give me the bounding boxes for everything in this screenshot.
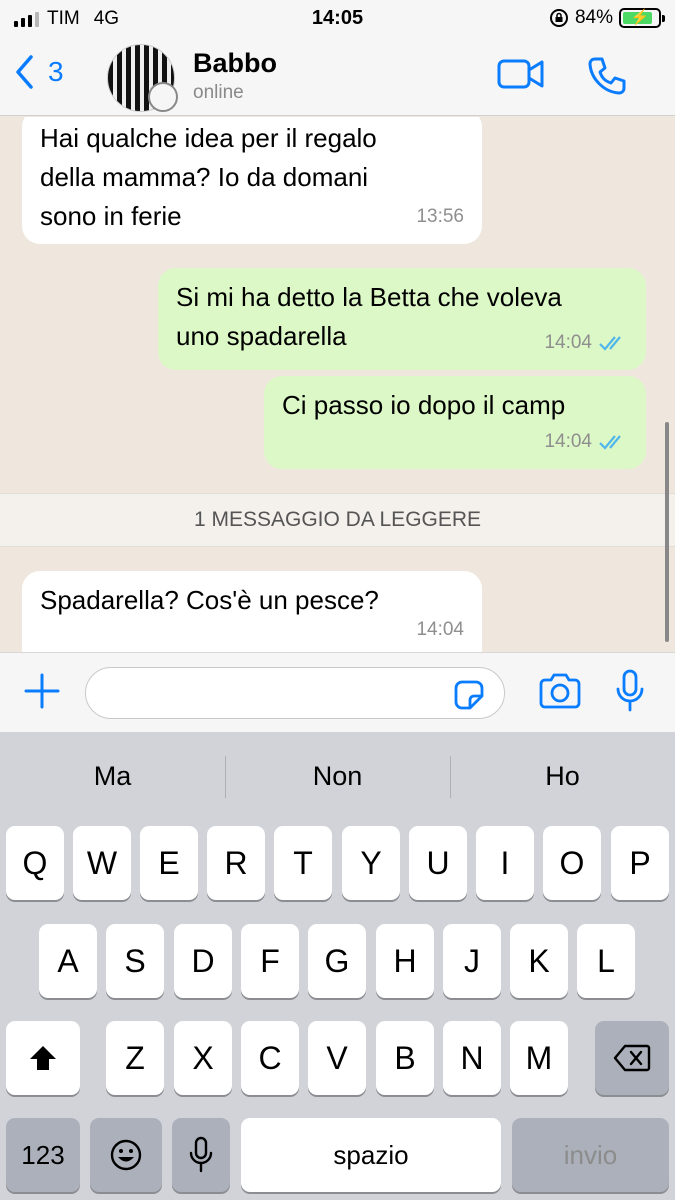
key-k[interactable]: K [510, 924, 568, 998]
delete-icon [613, 1044, 651, 1072]
key-j[interactable]: J [443, 924, 501, 998]
suggestion[interactable]: Ma [0, 732, 225, 820]
key-b[interactable]: B [376, 1021, 434, 1095]
key-s[interactable]: S [106, 924, 164, 998]
key-r[interactable]: R [207, 826, 265, 900]
scroll-indicator[interactable] [665, 422, 669, 642]
key-u[interactable]: U [409, 826, 467, 900]
message-line: sono in ferie [40, 201, 182, 231]
suggestion-bar: Ma Non Ho [0, 732, 675, 820]
message-bubble-outgoing[interactable]: Si mi ha detto la Betta che voleva uno s… [158, 268, 646, 370]
contact-name[interactable]: Babbo [193, 48, 277, 79]
key-p[interactable]: P [611, 826, 669, 900]
key-n[interactable]: N [443, 1021, 501, 1095]
chat-area[interactable]: Hai qualche idea per il regalo della mam… [0, 117, 675, 652]
key-f[interactable]: F [241, 924, 299, 998]
key-z[interactable]: Z [106, 1021, 164, 1095]
message-line: Ci passo io dopo il camp [282, 390, 566, 420]
key-i[interactable]: I [476, 826, 534, 900]
key-m[interactable]: M [510, 1021, 568, 1095]
sticker-icon[interactable] [452, 678, 486, 712]
shift-icon [30, 1046, 56, 1070]
key-e[interactable]: E [140, 826, 198, 900]
back-button[interactable]: 3 [14, 54, 64, 90]
dictation-icon [189, 1136, 213, 1173]
key-c[interactable]: C [241, 1021, 299, 1095]
phone-icon[interactable] [587, 56, 627, 96]
chat-header: 3 Babbo online [0, 38, 675, 116]
message-time: 14:04 [416, 619, 464, 640]
battery-percent: 84% [574, 7, 613, 28]
suggestion[interactable]: Non [225, 732, 450, 820]
emoji-icon [110, 1139, 142, 1171]
message-bubble-outgoing[interactable]: Ci passo io dopo il camp 14:04 [264, 376, 646, 469]
video-call-icon[interactable] [497, 56, 545, 92]
plus-icon[interactable] [22, 671, 62, 711]
message-meta: 14:04 [416, 610, 464, 649]
numbers-key[interactable]: 123 [6, 1118, 80, 1192]
read-ticks-icon [599, 434, 621, 450]
message-time: 14:04 [544, 332, 592, 353]
key-w[interactable]: W [73, 826, 131, 900]
microphone-icon[interactable] [614, 669, 646, 713]
key-a[interactable]: A [39, 924, 97, 998]
key-d[interactable]: D [174, 924, 232, 998]
shift-key[interactable] [6, 1021, 80, 1095]
read-ticks-icon [599, 335, 621, 351]
key-y[interactable]: Y [342, 826, 400, 900]
message-input[interactable] [85, 667, 505, 719]
return-key[interactable]: invio [512, 1118, 669, 1192]
contact-status: online [193, 82, 244, 103]
message-line: della mamma? Io da domani [40, 162, 369, 192]
message-line: Hai qualche idea per il regalo [40, 123, 377, 153]
delete-key[interactable] [595, 1021, 669, 1095]
message-meta: 14:04 [544, 323, 628, 362]
message-bubble-incoming[interactable]: Hai qualche idea per il regalo della mam… [22, 117, 482, 244]
key-l[interactable]: L [577, 924, 635, 998]
key-h[interactable]: H [376, 924, 434, 998]
key-q[interactable]: Q [6, 826, 64, 900]
key-o[interactable]: O [543, 826, 601, 900]
back-chevron-icon [16, 55, 33, 89]
emoji-key[interactable] [90, 1118, 162, 1192]
status-bar: TIM 4G 14:05 84% ⚡ [0, 0, 675, 38]
dictation-key[interactable] [172, 1118, 230, 1192]
back-count: 3 [48, 56, 64, 87]
key-v[interactable]: V [308, 1021, 366, 1095]
status-right: 84% ⚡ [549, 7, 665, 29]
message-time: 14:04 [544, 431, 592, 452]
key-t[interactable]: T [274, 826, 332, 900]
input-bar [0, 652, 675, 732]
unread-banner: 1 MESSAGGIO DA LEGGERE [0, 493, 675, 547]
suggestion[interactable]: Ho [450, 732, 675, 820]
message-time: 13:56 [416, 206, 464, 227]
space-key[interactable]: spazio [241, 1118, 501, 1192]
message-line: Si mi ha detto la Betta che voleva [176, 282, 562, 312]
message-line: Spadarella? Cos'è un pesce? [40, 585, 379, 615]
lock-rotation-icon [549, 9, 568, 27]
keyboard: Ma Non Ho Q W E R T Y U I O P A S D F G … [0, 732, 675, 1200]
message-meta: 14:04 [544, 422, 628, 461]
camera-icon[interactable] [538, 673, 582, 709]
battery-icon: ⚡ [619, 8, 665, 28]
key-g[interactable]: G [308, 924, 366, 998]
disappearing-timer-icon [148, 82, 178, 112]
message-bubble-incoming[interactable]: Spadarella? Cos'è un pesce? 14:04 [22, 571, 482, 652]
key-x[interactable]: X [174, 1021, 232, 1095]
message-meta: 13:56 [416, 197, 464, 236]
charging-bolt-icon: ⚡ [630, 9, 650, 26]
